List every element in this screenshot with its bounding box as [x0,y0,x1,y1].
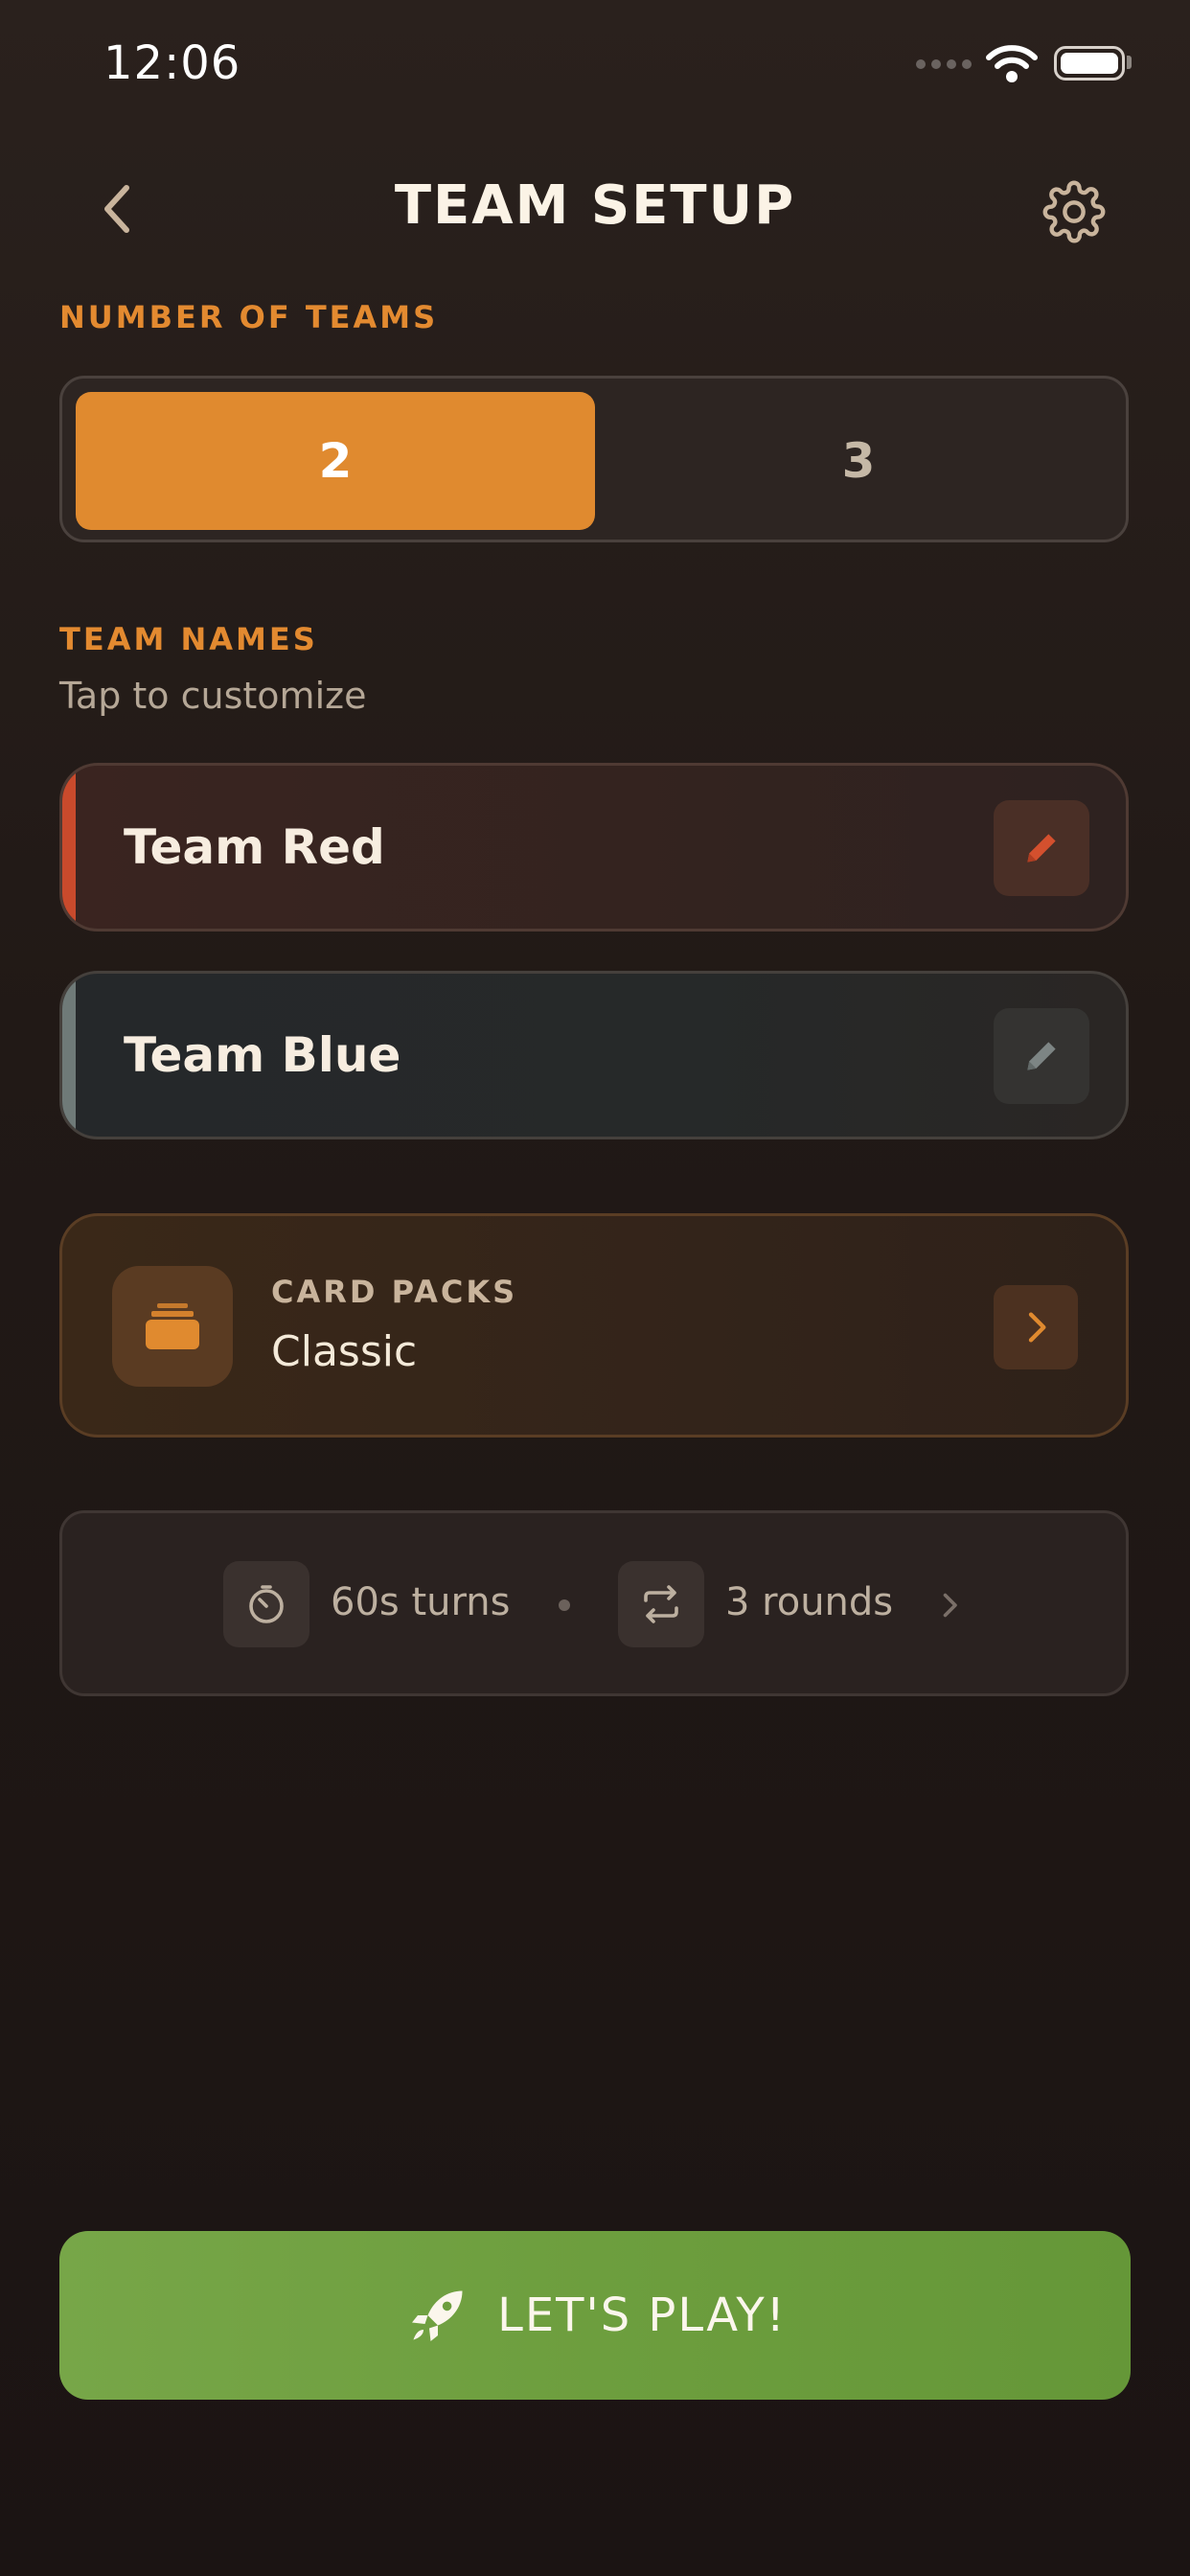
team-card-blue[interactable]: Team Blue [59,971,1129,1139]
chevron-right-icon [994,1285,1078,1369]
battery-icon [1054,46,1125,80]
team-names-hint: Tap to customize [59,675,367,717]
rocket-icon [412,2290,463,2341]
timer-icon [223,1561,309,1647]
status-time: 12:06 [103,36,241,90]
card-stack-icon [112,1266,233,1387]
game-settings-summary[interactable]: 60s turns 3 rounds [59,1510,1129,1696]
edit-team-blue-button[interactable] [994,1008,1089,1104]
chevron-right-icon [943,1593,957,1618]
team-card-red[interactable]: Team Red [59,763,1129,932]
team-names-label: TEAM NAMES [59,621,318,657]
number-of-teams-label: NUMBER OF TEAMS [59,299,439,335]
repeat-rounds-icon [618,1561,704,1647]
team-name: Team Blue [124,1027,401,1083]
team-count-option-3[interactable]: 3 [599,392,1118,530]
team-color-stripe [62,974,76,1137]
card-packs-value: Classic [271,1327,418,1376]
battery-tip [1127,56,1132,69]
wifi-icon [986,45,1038,82]
lets-play-label: LET'S PLAY! [497,2288,787,2342]
card-packs-selector[interactable]: CARD PACKS Classic [59,1213,1129,1438]
page-title: TEAM SETUP [394,174,796,237]
rounds-text: 3 rounds [725,1580,894,1624]
team-count-selector: 2 3 [59,376,1129,542]
edit-team-red-button[interactable] [994,800,1089,896]
cellular-signal-icon [916,59,972,69]
team-count-option-2[interactable]: 2 [76,392,595,530]
settings-gear-icon[interactable] [1042,180,1106,243]
card-packs-label: CARD PACKS [271,1274,518,1310]
team-name: Team Red [124,819,385,875]
turn-time-text: 60s turns [331,1580,511,1624]
pencil-icon [1027,834,1056,862]
separator-dot [559,1599,570,1611]
pencil-icon [1027,1042,1056,1070]
lets-play-button[interactable]: LET'S PLAY! [59,2231,1131,2400]
team-color-stripe [62,766,76,929]
